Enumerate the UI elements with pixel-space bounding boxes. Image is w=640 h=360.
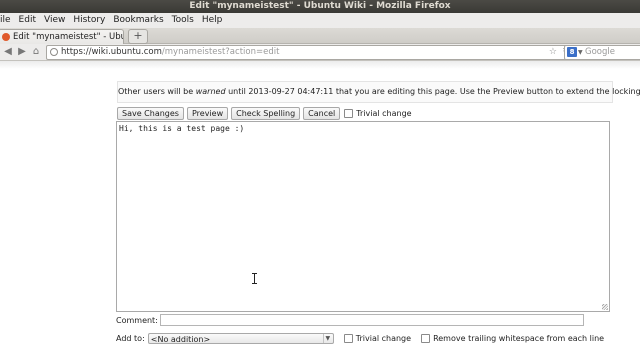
remove-whitespace-label: Remove trailing whitespace from each lin… bbox=[433, 334, 605, 343]
trivial-change-toggle[interactable]: Trivial change bbox=[344, 108, 412, 118]
tab-edit-page[interactable]: Edit "mynameistest" - Ubuntu ... bbox=[0, 29, 124, 44]
window-title: Edit "mynameistest" - Ubuntu Wiki - Mozi… bbox=[0, 0, 640, 13]
edit-toolbar: Save Changes Preview Check Spelling Canc… bbox=[117, 106, 412, 120]
trivial-change-checkbox-2[interactable] bbox=[343, 334, 353, 343]
tab-strip: Edit "mynameistest" - Ubuntu ... + bbox=[0, 28, 640, 44]
cancel-button[interactable]: Cancel bbox=[303, 106, 341, 120]
page-content: Other users will be warned until 2013-09… bbox=[0, 61, 640, 360]
comment-input[interactable] bbox=[159, 314, 584, 326]
editor-content[interactable]: Hi, this is a test page :) bbox=[119, 124, 244, 133]
menu-bookmarks[interactable]: Bookmarks bbox=[109, 13, 167, 28]
menu-bar: ile Edit View History Bookmarks Tools He… bbox=[0, 13, 640, 28]
ubuntu-favicon-icon bbox=[2, 33, 10, 41]
tab-label: Edit "mynameistest" - Ubuntu ... bbox=[13, 32, 123, 42]
trivial-change-label: Trivial change bbox=[356, 108, 412, 118]
new-tab-button[interactable]: + bbox=[128, 29, 148, 44]
search-bar[interactable]: 8 ▼ Google bbox=[564, 45, 640, 60]
trivial-change-label-2: Trivial change bbox=[355, 334, 412, 343]
menu-help[interactable]: Help bbox=[198, 13, 227, 28]
resize-grip-icon[interactable] bbox=[602, 304, 608, 310]
menu-tools[interactable]: Tools bbox=[168, 13, 198, 28]
remove-whitespace-checkbox[interactable] bbox=[421, 334, 431, 343]
notice-suffix: until 2013-09-27 04:47:11 that you are e… bbox=[225, 87, 640, 96]
bookmark-star-icon[interactable]: ☆ bbox=[549, 46, 557, 59]
forward-icon[interactable]: ▶ bbox=[16, 46, 28, 58]
add-to-select[interactable]: <No addition> ▼ bbox=[147, 333, 334, 344]
search-placeholder: Google bbox=[585, 47, 615, 57]
trivial-change-checkbox[interactable] bbox=[344, 108, 354, 118]
back-icon[interactable]: ◀ bbox=[2, 46, 14, 58]
url-bar[interactable]: https://wiki.ubuntu.com/mynameistest?act… bbox=[46, 45, 574, 60]
remove-whitespace-toggle[interactable]: Remove trailing whitespace from each lin… bbox=[421, 334, 604, 343]
navigation-bar: ◀ ▶ ⌂ https://wiki.ubuntu.com/mynameiste… bbox=[0, 44, 640, 61]
home-icon[interactable]: ⌂ bbox=[30, 46, 42, 58]
notice-emphasis: warned bbox=[195, 87, 226, 96]
url-host: https://wiki.ubuntu.com bbox=[61, 47, 162, 57]
trivial-change-toggle-2[interactable]: Trivial change bbox=[343, 334, 412, 343]
page-editor-textarea[interactable]: Hi, this is a test page :) bbox=[116, 121, 610, 312]
url-path: /mynameistest?action=edit bbox=[161, 47, 280, 57]
search-engine-icon[interactable]: 8 bbox=[567, 47, 577, 57]
menu-file[interactable]: ile bbox=[0, 13, 15, 28]
menu-edit[interactable]: Edit bbox=[15, 13, 40, 28]
add-to-label: Add to: bbox=[116, 334, 145, 343]
add-to-row: Add to: <No addition> ▼ Trivial change R… bbox=[116, 333, 604, 344]
menu-view[interactable]: View bbox=[40, 13, 69, 28]
lock-notice: Other users will be warned until 2013-09… bbox=[117, 81, 640, 103]
comment-row: Comment: bbox=[116, 314, 584, 326]
globe-icon bbox=[50, 48, 58, 56]
add-to-value: <No addition> bbox=[150, 335, 211, 344]
check-spelling-button[interactable]: Check Spelling bbox=[231, 106, 301, 120]
text-cursor-icon bbox=[252, 273, 258, 284]
url-text: https://wiki.ubuntu.com/mynameistest?act… bbox=[61, 46, 279, 59]
preview-button[interactable]: Preview bbox=[186, 106, 229, 120]
menu-history[interactable]: History bbox=[69, 13, 109, 28]
save-changes-button[interactable]: Save Changes bbox=[117, 106, 184, 120]
search-engine-dropdown-icon[interactable]: ▼ bbox=[578, 46, 583, 59]
dropdown-arrow-icon: ▼ bbox=[322, 334, 332, 343]
comment-label: Comment: bbox=[116, 315, 158, 325]
notice-prefix: Other users will be bbox=[118, 87, 196, 96]
